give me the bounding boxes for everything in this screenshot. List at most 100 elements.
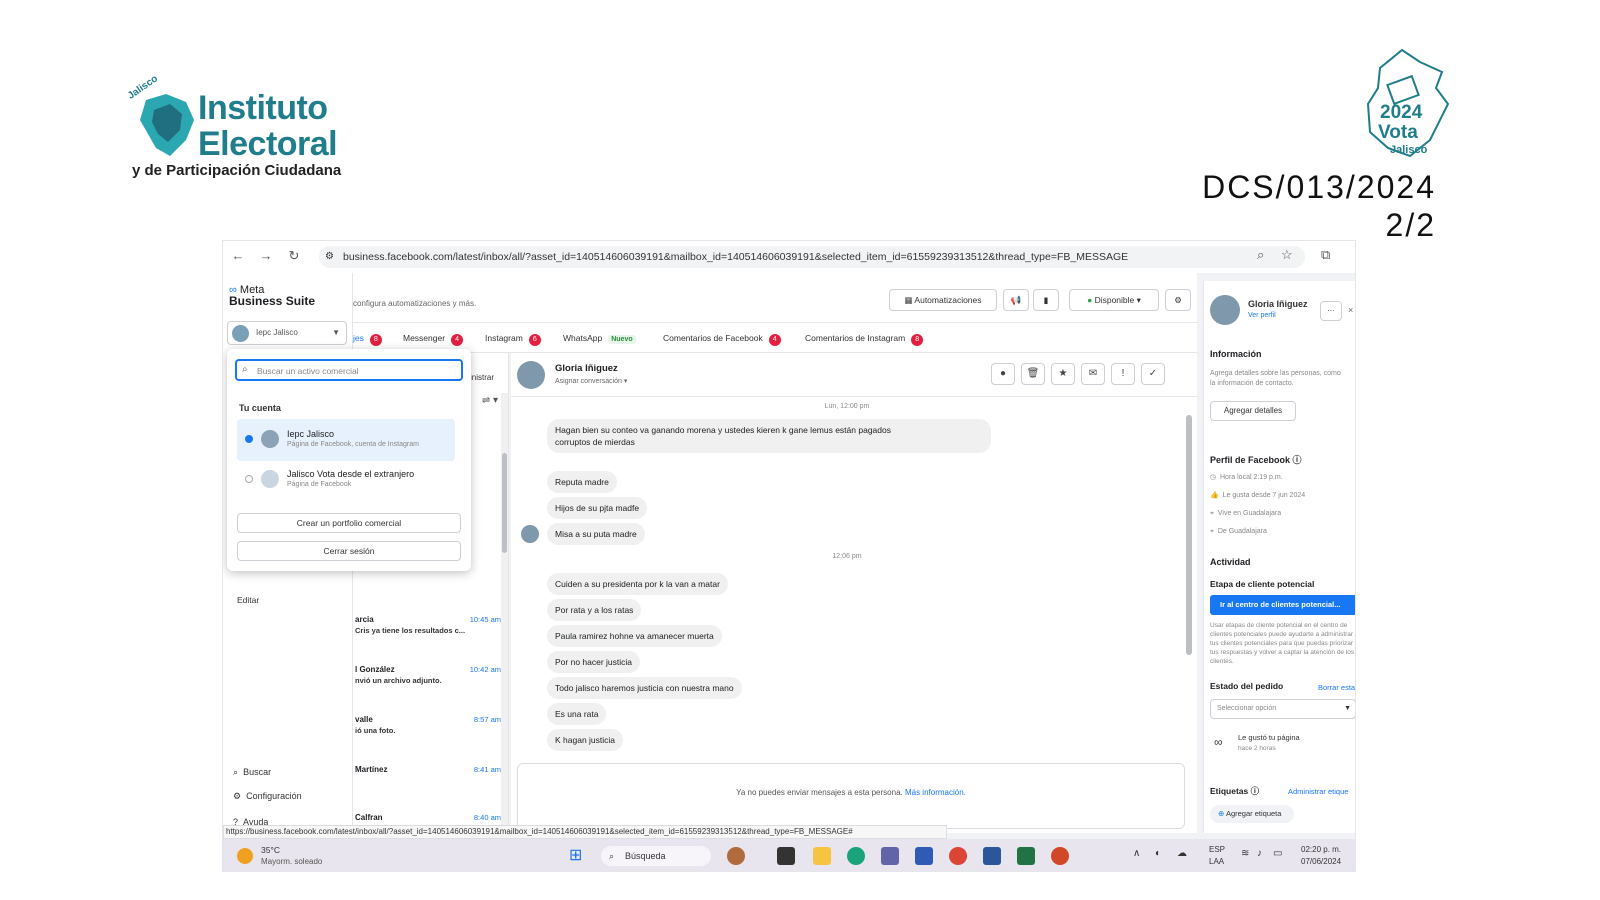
tab-facebook-comments[interactable]: Comentarios de Facebook 4 (663, 333, 781, 346)
delete-button[interactable]: 🗑 (1021, 363, 1045, 385)
search-icon: ⌕ (242, 364, 248, 375)
gear-icon: ⚙ (233, 791, 242, 801)
logout-button[interactable]: Cerrar sesión (237, 541, 461, 561)
asset-search-input[interactable]: ⌕ Buscar un activo comercial (235, 359, 463, 381)
star-icon: ★ (1058, 368, 1068, 379)
volume-icon[interactable]: ♪ (1257, 848, 1262, 859)
app-icon-store[interactable] (915, 847, 933, 865)
option-name: Iepc Jalisco (287, 429, 335, 439)
clock-time[interactable]: 02:20 p. m. (1301, 845, 1341, 854)
app-icon-teams[interactable] (881, 847, 899, 865)
add-tag-button[interactable]: ⊕ Agregar etiqueta (1210, 805, 1294, 823)
chat-scrollbar[interactable] (1185, 401, 1193, 751)
taskbar-search[interactable]: ⌕ Búsqueda (601, 846, 711, 866)
reload-icon[interactable]: ↻ (283, 248, 305, 264)
bookmark-star-icon[interactable]: ☆ (1281, 247, 1293, 263)
app-icon-word[interactable] (983, 847, 1001, 865)
create-portfolio-button[interactable]: Crear un portfolio comercial (237, 513, 461, 533)
assign-conversation[interactable]: Asignar conversación ▾ (555, 377, 627, 385)
list-item[interactable]: arcia Cris ya tiene los resultados c... … (353, 615, 501, 655)
tab-instagram[interactable]: Instagram 6 (485, 333, 541, 346)
conversation-name: l González (355, 665, 395, 674)
manage-link[interactable]: inistrar (470, 373, 494, 382)
local-time-text: Hora local 2:19 p.m. (1220, 474, 1283, 481)
info-button[interactable]: ● (991, 363, 1015, 385)
app-icon-powerpoint[interactable] (1051, 847, 1069, 865)
list-item[interactable]: Martínez 8:41 am (353, 765, 501, 805)
automations-label: Automatizaciones (914, 295, 982, 305)
app-icon-task-view[interactable] (777, 847, 795, 865)
done-button[interactable]: ✓ (1141, 363, 1165, 385)
add-details-button[interactable]: Agregar detalles (1210, 401, 1296, 421)
megaphone-icon: 📢 (1010, 295, 1022, 305)
app-icon-file-explorer[interactable] (813, 847, 831, 865)
contact-name[interactable]: Gloria Iñiguez (555, 363, 618, 374)
clear-order-link[interactable]: Borrar esta (1318, 683, 1355, 692)
radio-selected[interactable] (245, 435, 253, 443)
availability-button[interactable]: ● Disponible ▾ (1069, 289, 1159, 311)
tray-chevron-icon[interactable]: ∧ (1133, 848, 1140, 859)
list-scrollbar[interactable] (501, 393, 508, 833)
brand-bottom: Business Suite (229, 294, 316, 308)
account-switcher[interactable]: Iepc Jalisco ▼ (227, 321, 347, 345)
nav-search[interactable]: ⌕ Buscar (233, 767, 271, 778)
radio[interactable] (245, 475, 253, 483)
nav-settings[interactable]: ⚙ Configuración (233, 791, 302, 802)
app-icon-excel[interactable] (1017, 847, 1035, 865)
tray-cloud-icon[interactable]: ☁ (1177, 848, 1187, 859)
filter-icon[interactable]: ⇌ ▾ (482, 395, 498, 406)
weather-icon[interactable] (237, 848, 253, 864)
automations-button[interactable]: ▦ Automatizaciones (889, 289, 997, 311)
battery-icon[interactable]: ▭ (1273, 848, 1282, 859)
windows-start-icon[interactable]: ⊞ (569, 848, 582, 864)
option-sub: Página de Facebook, cuenta de Instagram (287, 441, 419, 448)
wifi-icon[interactable]: ≋ (1241, 848, 1249, 859)
tab-all-messages[interactable]: jes 8 (353, 333, 382, 346)
close-icon[interactable]: × (1348, 305, 1353, 315)
back-icon[interactable]: ← (227, 248, 249, 263)
tray-app-icon[interactable]: ◐ (1155, 848, 1161, 859)
tab-messenger[interactable]: Messenger 4 (403, 333, 464, 346)
account-option-iepc[interactable]: Iepc Jalisco Página de Facebook, cuenta … (237, 419, 455, 461)
edit-link[interactable]: Editar (237, 595, 259, 605)
list-item[interactable]: l González nvió un archivo adjunto. 10:4… (353, 665, 501, 705)
site-settings-icon[interactable]: ⚙ (325, 246, 334, 268)
order-select[interactable]: Seleccionar opción ▼ (1210, 699, 1355, 719)
forward-icon[interactable]: → (255, 248, 277, 263)
app-icon-edge[interactable] (847, 847, 865, 865)
flag-button[interactable]: ! (1111, 363, 1135, 385)
app-icon-widgets[interactable] (727, 847, 745, 865)
view-profile-link[interactable]: Ver perfil (1248, 312, 1276, 319)
star-button[interactable]: ★ (1051, 363, 1075, 385)
nav-settings-label: Configuración (246, 791, 302, 801)
lives-in-text: Vive en Guadalajara (1217, 510, 1282, 517)
list-item[interactable]: valle ió una foto. 8:57 am (353, 715, 501, 755)
insights-button[interactable]: ▮ (1033, 289, 1059, 311)
manage-tags-link[interactable]: Administrar etique (1288, 787, 1348, 796)
scroll-thumb[interactable] (502, 453, 507, 553)
address-bar[interactable]: ⚙ business.facebook.com/latest/inbox/all… (319, 246, 1305, 268)
clock-date[interactable]: 07/06/2024 (1301, 857, 1341, 866)
lang-1[interactable]: ESP (1209, 845, 1225, 854)
conversation-name: arcia (355, 615, 374, 624)
more-info-link[interactable]: Más información. (905, 788, 966, 797)
extensions-icon[interactable]: ⧉ (1321, 247, 1330, 263)
scroll-thumb[interactable] (1186, 415, 1192, 655)
message-bubble: Hagan bien su conteo va ganando morena y… (547, 419, 991, 453)
contact-avatar[interactable] (517, 361, 545, 389)
lang-2[interactable]: LAA (1209, 857, 1224, 866)
megaphone-button[interactable]: 📢 (1003, 289, 1029, 311)
doc-number: DCS/013/2024 (1202, 169, 1436, 205)
option-sub: Página de Facebook (287, 481, 352, 488)
account-option-vota-extranjero[interactable]: Jalisco Vota desde el extranjero Página … (237, 459, 455, 501)
zoom-icon[interactable]: ⌕ (1257, 247, 1264, 263)
tab-badge: 4 (451, 334, 464, 346)
mail-button[interactable]: ✉ (1081, 363, 1105, 385)
lead-center-button[interactable]: Ir al centro de clientes potencial... (1210, 595, 1355, 615)
app-icon-chrome[interactable] (949, 847, 967, 865)
tags-label: Etiquetas (1210, 786, 1249, 796)
tab-instagram-comments[interactable]: Comentarios de Instagram 8 (805, 333, 924, 346)
settings-button[interactable]: ⚙ (1165, 289, 1191, 311)
tab-whatsapp[interactable]: WhatsApp Nuevo (563, 333, 636, 344)
more-button[interactable]: ··· (1320, 301, 1342, 321)
